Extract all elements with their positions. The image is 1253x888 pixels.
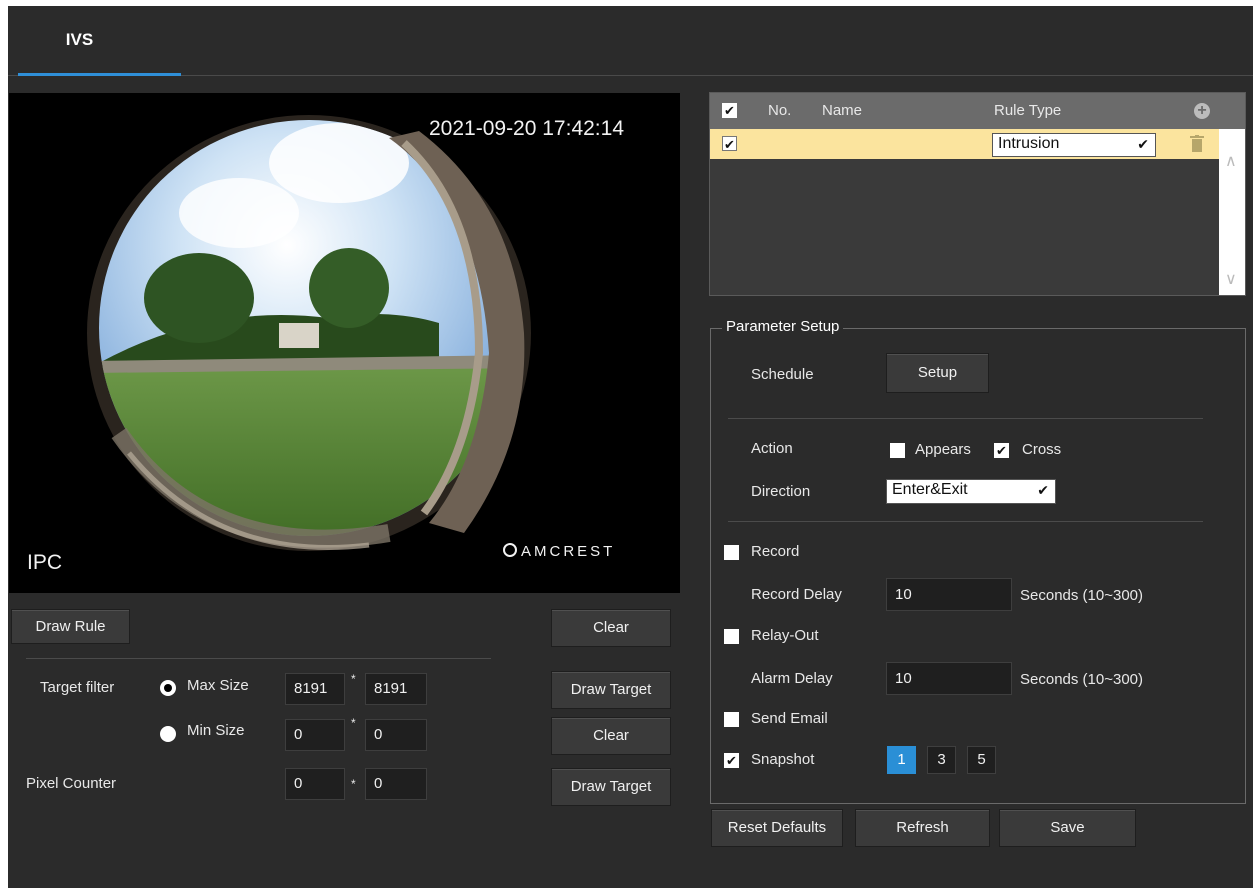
max-size-radio[interactable] (160, 680, 176, 696)
tab-ivs[interactable]: IVS (18, 6, 181, 76)
tab-ivs-label: IVS (65, 30, 94, 49)
draw-rule-button[interactable]: Draw Rule (11, 609, 130, 644)
snapshot-count-5[interactable]: 5 (967, 746, 996, 774)
action-label: Action (751, 440, 793, 457)
trash-icon[interactable] (1190, 135, 1204, 153)
param-divider-2 (728, 521, 1203, 522)
brand-watermark: AMCREST (503, 543, 615, 560)
scroll-down-icon[interactable]: ∨ (1225, 269, 1237, 289)
schedule-setup-button[interactable]: Setup (886, 353, 989, 393)
rule-table-header: ✔ No. Name Rule Type + (710, 93, 1245, 129)
direction-value: Enter&Exit (892, 481, 968, 498)
appears-label: Appears (915, 441, 971, 458)
rule-table-scrollbar[interactable]: ∧ ∨ (1219, 129, 1245, 295)
add-rule-icon[interactable]: + (1194, 103, 1210, 119)
max-size-label: Max Size (187, 677, 249, 694)
col-rule-type: Rule Type (994, 102, 1062, 119)
brand-name: AMCREST (521, 543, 616, 560)
draw-target-button-2[interactable]: Draw Target (551, 768, 671, 806)
alarm-delay-label: Alarm Delay (751, 670, 833, 687)
scroll-up-icon[interactable]: ∧ (1225, 151, 1237, 171)
record-label: Record (751, 543, 800, 560)
fisheye-image (87, 115, 531, 551)
rule-table: ✔ No. Name Rule Type + ✔ Intrusion ✔ ∧ ∨ (709, 92, 1246, 296)
relay-out-label: Relay-Out (751, 627, 819, 644)
min-size-separator: * (351, 716, 356, 730)
rule-type-value: Intrusion (998, 135, 1060, 152)
appears-checkbox[interactable] (890, 443, 905, 458)
tab-bar: IVS (8, 6, 1253, 76)
rule-row[interactable]: ✔ Intrusion ✔ (710, 129, 1219, 159)
rule-row-checkbox[interactable]: ✔ (722, 136, 737, 152)
save-button[interactable]: Save (999, 809, 1136, 847)
record-checkbox[interactable] (724, 545, 739, 560)
brand-logo-icon (503, 543, 517, 557)
pixel-counter-label: Pixel Counter (26, 775, 117, 792)
cross-checkbox[interactable]: ✔ (994, 443, 1009, 458)
clear-rule-button[interactable]: Clear (551, 609, 671, 647)
refresh-button[interactable]: Refresh (855, 809, 990, 847)
trash-icon-svg (1190, 135, 1204, 152)
pixel-counter-height[interactable]: 0 (365, 768, 427, 800)
alarm-delay-unit: Seconds (10~300) (1020, 671, 1144, 688)
pixel-counter-separator: * (351, 777, 356, 791)
min-size-width-input[interactable]: 0 (285, 719, 345, 751)
min-size-label: Min Size (187, 722, 245, 739)
alarm-delay-input[interactable]: 10 (886, 662, 1012, 695)
send-email-label: Send Email (751, 710, 828, 727)
snapshot-count-1[interactable]: 1 (887, 746, 916, 774)
max-size-width-input[interactable]: 8191 (285, 673, 345, 705)
ivs-panel: IVS 2021-09-20 17:42:14 IPC AMCREST Draw… (8, 6, 1253, 888)
direction-select[interactable]: Enter&Exit ✔ (886, 479, 1056, 504)
col-no: No. (768, 102, 792, 119)
min-size-radio[interactable] (160, 726, 176, 742)
target-filter-label: Target filter (40, 679, 115, 696)
video-preview[interactable]: 2021-09-20 17:42:14 IPC AMCREST (9, 93, 680, 593)
record-delay-input[interactable]: 10 (886, 578, 1012, 611)
relay-out-checkbox[interactable] (724, 629, 739, 644)
record-delay-unit: Seconds (10~300) (1020, 587, 1144, 604)
reset-defaults-button[interactable]: Reset Defaults (711, 809, 843, 847)
snapshot-label: Snapshot (751, 751, 815, 768)
chevron-down-icon: ✔ (1137, 136, 1149, 152)
channel-label: IPC (27, 551, 63, 574)
chevron-down-icon: ✔ (1037, 482, 1049, 498)
rule-type-select[interactable]: Intrusion ✔ (992, 133, 1156, 157)
record-delay-label: Record Delay (751, 586, 842, 603)
parameter-setup-group (710, 328, 1246, 804)
send-email-checkbox[interactable] (724, 712, 739, 727)
draw-target-button-1[interactable]: Draw Target (551, 671, 671, 709)
snapshot-checkbox[interactable]: ✔ (724, 753, 739, 768)
select-all-checkbox[interactable]: ✔ (722, 103, 737, 118)
max-size-separator: * (351, 672, 356, 686)
schedule-label: Schedule (751, 366, 814, 383)
pixel-counter-width[interactable]: 0 (285, 768, 345, 800)
clear-target-button[interactable]: Clear (551, 717, 671, 755)
video-timestamp: 2021-09-20 17:42:14 (429, 117, 624, 140)
cross-label: Cross (1022, 441, 1062, 458)
col-name: Name (822, 102, 863, 119)
param-divider-1 (728, 418, 1203, 419)
direction-label: Direction (751, 483, 811, 500)
snapshot-count-3[interactable]: 3 (927, 746, 956, 774)
max-size-height-input[interactable]: 8191 (365, 673, 427, 705)
parameter-setup-legend: Parameter Setup (722, 318, 844, 335)
left-divider (26, 658, 491, 659)
min-size-height-input[interactable]: 0 (365, 719, 427, 751)
